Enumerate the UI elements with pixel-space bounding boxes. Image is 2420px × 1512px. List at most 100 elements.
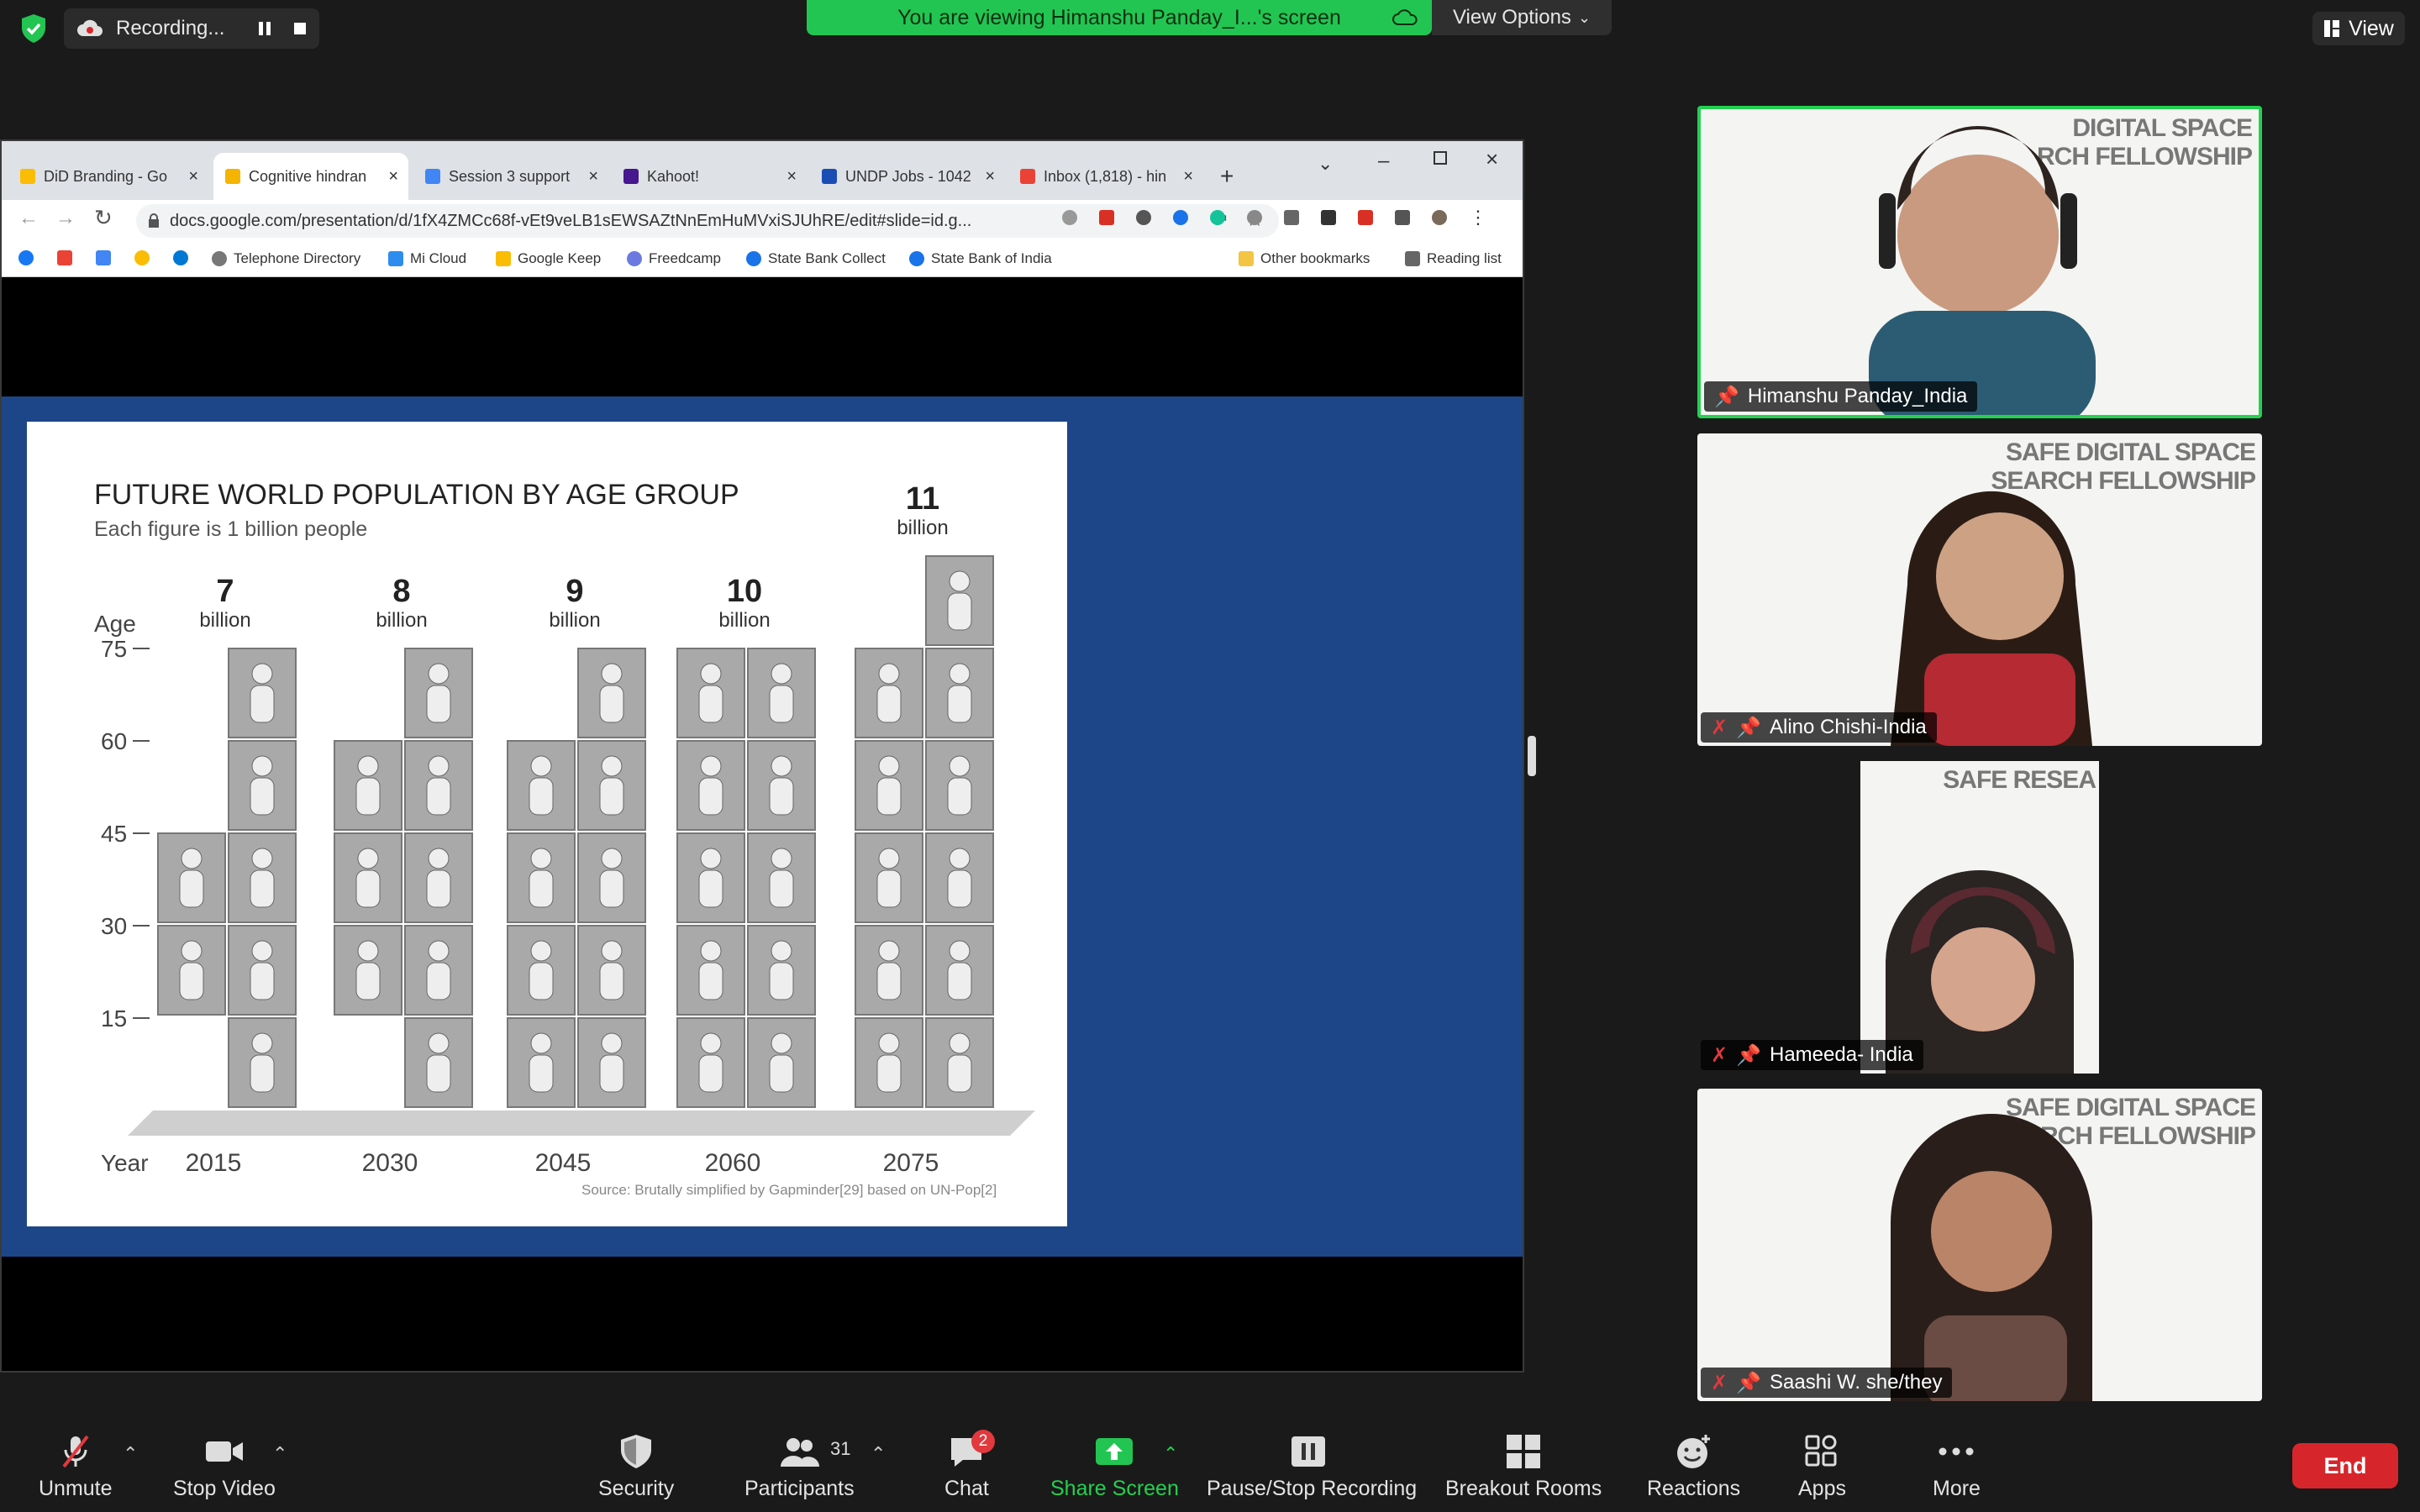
person-head [428, 848, 450, 869]
total-value-label: 8 [392, 574, 410, 609]
participants-caret-icon[interactable]: ⌃ [871, 1443, 886, 1465]
onedrive-icon[interactable] [173, 250, 188, 265]
docs-icon [425, 169, 440, 184]
close-tab-icon[interactable]: × [388, 167, 398, 186]
extension-icon[interactable] [1136, 210, 1151, 225]
video-options-caret-icon[interactable]: ⌃ [272, 1443, 287, 1465]
puzzle-icon[interactable] [1395, 210, 1410, 225]
kebab-menu-icon[interactable]: ⋮ [1469, 208, 1487, 227]
participant-tile[interactable]: SAFE DIGITAL SPACE ESEARCH FELLOWSHIP ✗📌… [1697, 1089, 2262, 1401]
apps-button[interactable]: Apps [1798, 1433, 1846, 1501]
url-text: docs.google.com/presentation/d/1fX4ZMCc6… [170, 211, 972, 230]
reload-icon[interactable]: ↻ [94, 205, 113, 231]
slides-icon [20, 169, 35, 184]
profile-avatar[interactable] [1432, 210, 1447, 225]
gmail-bookmark-icon[interactable] [57, 250, 72, 265]
close-tab-icon[interactable]: × [188, 167, 198, 186]
total-value-label: 11 [906, 481, 939, 517]
end-meeting-button[interactable]: End [2292, 1443, 2398, 1488]
translate-icon[interactable] [96, 250, 111, 265]
security-button[interactable]: Security [598, 1433, 674, 1501]
maximize-icon[interactable] [1434, 151, 1447, 165]
view-button[interactable]: View [2312, 12, 2405, 45]
extension-icon[interactable] [1173, 210, 1188, 225]
bookmark-mi-cloud[interactable]: Mi Cloud [388, 250, 466, 267]
browser-tab[interactable]: UNDP Jobs - 1042 × [810, 153, 1005, 200]
muted-mic-icon: ✗ [1711, 1043, 1728, 1067]
reading-list-icon [1405, 251, 1420, 266]
extension-icon[interactable] [1284, 210, 1299, 225]
extension-icon[interactable] [1358, 210, 1373, 225]
browser-tab[interactable]: Session 3 support × [413, 153, 608, 200]
forward-icon[interactable]: → [55, 207, 76, 230]
browser-tab[interactable]: Inbox (1,818) - hin × [1008, 153, 1203, 200]
breakout-rooms-button[interactable]: Breakout Rooms [1445, 1433, 1602, 1501]
extension-icon[interactable] [1321, 210, 1336, 225]
shield-check-icon[interactable] [17, 12, 50, 45]
pause-recording-icon[interactable] [257, 20, 272, 37]
minimize-icon[interactable]: – [1378, 150, 1389, 173]
bookmark-freedcamp[interactable]: Freedcamp [627, 250, 721, 267]
extension-icon[interactable] [1062, 210, 1077, 225]
tab-search-icon[interactable]: ⌄ [1318, 153, 1333, 175]
person-head [357, 848, 379, 869]
back-icon[interactable]: ← [18, 207, 39, 230]
participant-tile[interactable]: SAFE RESEA ✗ 📌 Hameeda- India [1697, 761, 2262, 1074]
share-options-caret-icon[interactable]: ⌃ [1163, 1443, 1178, 1465]
browser-tab[interactable]: DiD Branding - Go × [8, 153, 208, 200]
close-tab-icon[interactable]: × [786, 167, 797, 186]
person-head [530, 940, 552, 962]
bookmarks-bar: Telephone Directory Mi Cloud Google Keep… [2, 242, 1523, 277]
participant-tile[interactable]: SAFE DIGITAL SPACE SEARCH FELLOWSHIP ✗ 📌 A… [1697, 433, 2262, 746]
participant-tile[interactable]: DIGITAL SPACE RCH FELLOWSHIP 📌 Himanshu P… [1697, 106, 2262, 418]
browser-tab[interactable]: Kahoot! × [612, 153, 807, 200]
freedcamp-icon [627, 251, 642, 266]
bookmark-state-bank-collect[interactable]: State Bank Collect [746, 250, 886, 267]
close-tab-icon[interactable]: × [985, 167, 995, 186]
extension-icon[interactable] [1210, 210, 1225, 225]
audio-options-caret-icon[interactable]: ⌃ [123, 1443, 138, 1465]
view-options-button[interactable]: View Options ⌄ [1432, 0, 1612, 35]
person-head [878, 940, 900, 962]
more-button[interactable]: More [1933, 1433, 1981, 1501]
share-screen-label: Share Screen [1050, 1477, 1179, 1500]
facebook-icon[interactable] [18, 250, 34, 265]
reactions-button[interactable]: Reactions [1647, 1433, 1740, 1501]
person-head [949, 570, 971, 592]
close-tab-icon[interactable]: × [588, 167, 598, 186]
stop-recording-icon[interactable] [292, 20, 308, 37]
other-bookmarks[interactable]: Other bookmarks [1239, 250, 1370, 267]
resize-handle[interactable] [1528, 736, 1536, 776]
total-unit-label: billion [199, 609, 250, 632]
browser-tab-active[interactable]: Cognitive hindran × [213, 153, 408, 200]
view-options-label: View Options [1452, 6, 1571, 29]
bookmark-google-keep[interactable]: Google Keep [496, 250, 601, 267]
person-body [529, 1054, 554, 1093]
person-body [426, 869, 451, 908]
person-body [698, 869, 723, 908]
close-window-icon[interactable]: × [1486, 146, 1498, 172]
bookmark-label: Google Keep [518, 250, 602, 266]
close-tab-icon[interactable]: × [1183, 167, 1193, 186]
share-screen-button[interactable]: Share Screen [1050, 1433, 1179, 1501]
chevron-down-icon: ⌄ [1577, 8, 1591, 26]
drive-icon[interactable] [134, 250, 150, 265]
address-bar-row: ← → ↻ docs.google.com/presentation/d/1fX… [2, 200, 1523, 242]
y-tick-label: 75 [101, 636, 127, 662]
person-body [876, 962, 902, 1000]
bookmark-telephone-directory[interactable]: Telephone Directory [212, 250, 360, 267]
person-body [698, 777, 723, 816]
unmute-button[interactable]: Unmute [39, 1433, 113, 1501]
person-body [250, 962, 275, 1000]
tab-label: DiD Branding - Go [44, 167, 168, 185]
extension-icon[interactable] [1247, 210, 1262, 225]
extension-icon[interactable] [1099, 210, 1114, 225]
person-head [251, 663, 273, 685]
pause-stop-recording-button[interactable]: Pause/Stop Recording [1207, 1433, 1417, 1501]
new-tab-icon[interactable]: + [1208, 153, 1242, 200]
bookmark-state-bank-of-india[interactable]: State Bank of India [909, 250, 1052, 267]
cloud-icon [1392, 9, 1418, 25]
reading-list[interactable]: Reading list [1405, 250, 1502, 267]
tile-banner: SAFE RESEA [1943, 766, 2096, 794]
stop-video-button[interactable]: Stop Video [173, 1433, 276, 1501]
